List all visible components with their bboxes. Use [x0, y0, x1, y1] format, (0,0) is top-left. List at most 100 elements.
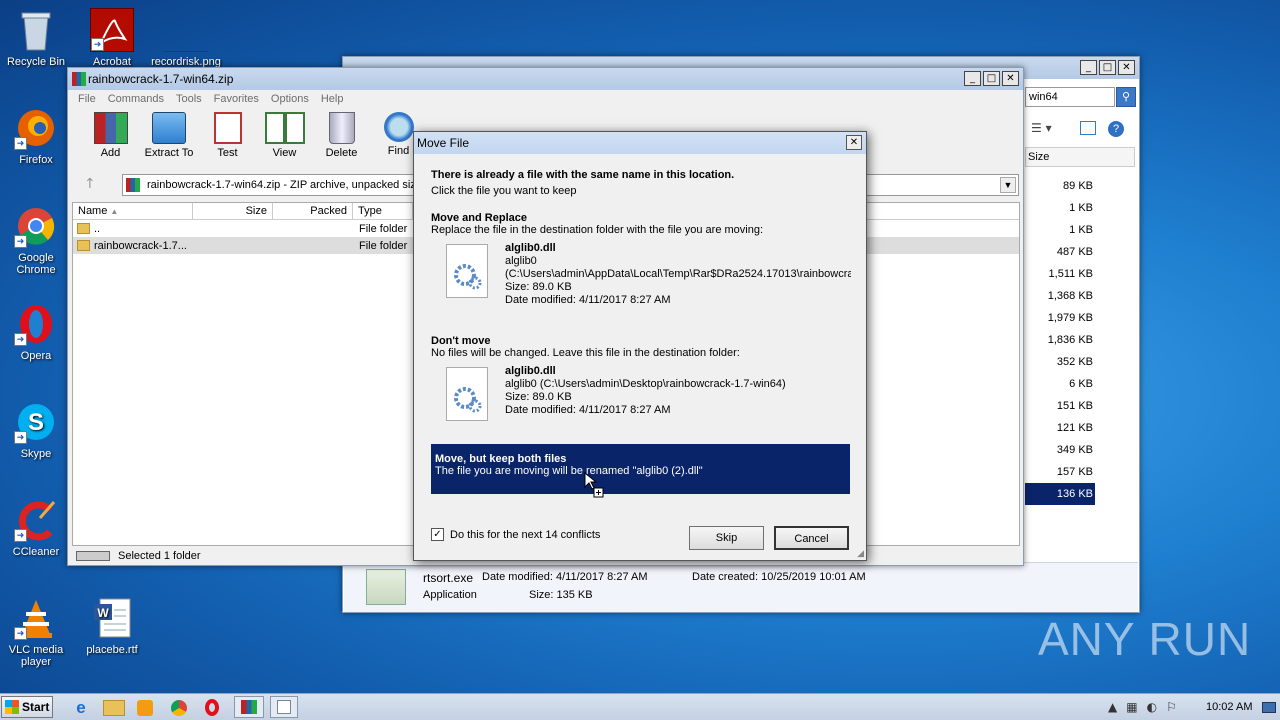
desktop-icon-label: VLC media player: [8, 644, 64, 668]
shortcut-arrow-icon: ➜: [91, 38, 104, 51]
minimize-button[interactable]: _: [1080, 60, 1097, 75]
menu-options[interactable]: Options: [265, 90, 315, 110]
desktop-icon-skype[interactable]: S ➜ Skype: [1, 400, 71, 460]
menu-tools[interactable]: Tools: [170, 90, 208, 110]
file-display-name: alglib0: [505, 255, 537, 267]
details-created: Date created: 10/25/2019 10:01 AM: [692, 571, 866, 583]
winrar-taskbar-icon[interactable]: [234, 696, 264, 718]
size-column: 89 KB 1 KB 1 KB 487 KB 1,511 KB 1,368 KB 1,979…: [1025, 175, 1095, 505]
desktop-icon-recycle-bin[interactable]: Recycle Bin: [1, 8, 71, 68]
add-button[interactable]: Add: [82, 110, 139, 162]
clock[interactable]: 10:02 AM: [1206, 701, 1252, 713]
keep-both-option[interactable]: Move, but keep both files The file you a…: [431, 444, 850, 494]
start-button[interactable]: Start: [1, 696, 53, 718]
desktop-icon-firefox[interactable]: ➜ Firefox: [1, 106, 71, 166]
internet-explorer-icon[interactable]: e: [70, 698, 92, 718]
address-text: rainbowcrack-1.7-win64.zip - ZIP archive…: [147, 179, 416, 191]
checkbox-label: Do this for the next 14 conflicts: [450, 528, 601, 541]
apply-to-all-checkbox[interactable]: ✓ Do this for the next 14 conflicts: [431, 528, 600, 541]
window-taskbar-icon[interactable]: [270, 696, 298, 718]
desktop-icon-label: Recycle Bin: [6, 56, 66, 68]
column-packed[interactable]: Packed: [273, 203, 353, 219]
shortcut-arrow-icon: ➜: [14, 137, 27, 150]
column-size[interactable]: Size: [193, 203, 273, 219]
cancel-button[interactable]: Cancel: [774, 526, 849, 550]
network-icon[interactable]: ▦: [1126, 700, 1137, 714]
column-type[interactable]: Type: [353, 203, 413, 219]
size-column-header[interactable]: Size: [1025, 147, 1135, 167]
size-cell: 89 KB: [1063, 180, 1093, 192]
preview-pane-icon[interactable]: [1080, 121, 1096, 135]
menu-help[interactable]: Help: [315, 90, 350, 110]
skype-icon: S ➜: [14, 400, 58, 444]
skip-button[interactable]: Skip: [689, 526, 764, 550]
size-cell: 151 KB: [1056, 400, 1093, 412]
windows-logo-icon: [5, 700, 19, 714]
drive-icon: [76, 551, 110, 561]
dialog-titlebar[interactable]: Move File ✕: [414, 132, 866, 154]
file-modified: Date modified: 4/11/2017 8:27 AM: [505, 294, 671, 306]
dont-move-option[interactable]: Don't move No files will be changed. Lea…: [431, 335, 851, 427]
close-button[interactable]: ✕: [1002, 71, 1019, 86]
search-icon[interactable]: ⚲: [1116, 87, 1136, 107]
desktop-icon-recordrisk[interactable]: recordrisk.png: [151, 8, 221, 68]
desktop-icon-chrome[interactable]: ➜ Google Chrome: [1, 204, 71, 276]
address-dropdown[interactable]: ▼: [1000, 177, 1016, 193]
action-center-flag-icon[interactable]: ⚐: [1166, 700, 1177, 714]
move-and-replace-option[interactable]: Move and Replace Replace the file in the…: [431, 212, 851, 316]
file-name: alglib0.dll: [505, 365, 556, 377]
menu-bar: File Commands Tools Favorites Options He…: [68, 90, 1023, 110]
size-cell: 6 KB: [1069, 378, 1093, 390]
column-name[interactable]: Name ▲: [73, 203, 193, 219]
row-type: File folder: [359, 222, 408, 235]
chrome-taskbar-icon[interactable]: [171, 700, 187, 716]
vlc-icon: ➜: [14, 596, 58, 640]
test-button[interactable]: Test: [199, 110, 256, 162]
move-file-dialog[interactable]: Move File ✕ There is already a file with…: [413, 131, 867, 561]
view-button[interactable]: View: [256, 110, 313, 162]
acrobat-icon: ➜: [90, 8, 134, 52]
shortcut-arrow-icon: ➜: [14, 235, 27, 248]
volume-icon[interactable]: ◐: [1147, 700, 1157, 714]
search-input[interactable]: win64: [1025, 87, 1115, 107]
up-arrow-icon[interactable]: ↑: [84, 176, 96, 192]
winrar-titlebar[interactable]: rainbowcrack-1.7-win64.zip _ □ ✕: [68, 68, 1023, 90]
close-button[interactable]: ✕: [846, 135, 862, 150]
media-player-icon[interactable]: [137, 700, 153, 716]
desktop-icon-placebe[interactable]: W placebe.rtf: [77, 596, 147, 656]
delete-label: Delete: [325, 147, 358, 159]
find-label: Find: [387, 145, 410, 157]
opera-taskbar-icon[interactable]: [205, 699, 219, 716]
view-options-icon[interactable]: ☰ ▾: [1031, 121, 1052, 135]
maximize-button[interactable]: □: [983, 71, 1000, 86]
show-hidden-icons-icon[interactable]: ▲: [1108, 700, 1117, 714]
recycle-bin-icon: [14, 8, 58, 52]
resize-grip-icon[interactable]: ◢: [857, 548, 864, 559]
menu-favorites[interactable]: Favorites: [208, 90, 265, 110]
view-label: View: [272, 147, 297, 159]
desktop-icon-label: placebe.rtf: [86, 644, 138, 656]
watermark: ANY RUN: [1038, 613, 1252, 665]
desktop-icon-label: Firefox: [19, 154, 53, 166]
close-button[interactable]: ✕: [1118, 60, 1135, 75]
help-icon[interactable]: ?: [1108, 121, 1124, 137]
folder-icon: [152, 112, 186, 144]
svg-text:W: W: [97, 606, 109, 620]
start-label: Start: [22, 700, 50, 714]
maximize-button[interactable]: □: [1099, 60, 1116, 75]
desktop-icon-acrobat[interactable]: ➜ Acrobat: [77, 8, 147, 68]
desktop-icon-vlc[interactable]: ➜ VLC media player: [1, 596, 71, 668]
desktop-icon-opera[interactable]: ➜ Opera: [1, 302, 71, 362]
menu-file[interactable]: File: [72, 90, 102, 110]
file-explorer-icon[interactable]: [103, 700, 125, 716]
extract-to-button[interactable]: Extract To: [139, 110, 199, 162]
row-type: File folder: [359, 239, 408, 252]
dll-file-icon: [446, 244, 488, 298]
option-description: Replace the file in the destination fold…: [431, 224, 764, 236]
show-desktop-button[interactable]: [1262, 702, 1276, 713]
desktop-icon-ccleaner[interactable]: ➜ CCleaner: [1, 498, 71, 558]
menu-commands[interactable]: Commands: [102, 90, 170, 110]
minimize-button[interactable]: _: [964, 71, 981, 86]
delete-button[interactable]: Delete: [313, 110, 370, 162]
tray-area: ▲ ▦ ◐ ⚐: [1108, 700, 1177, 714]
